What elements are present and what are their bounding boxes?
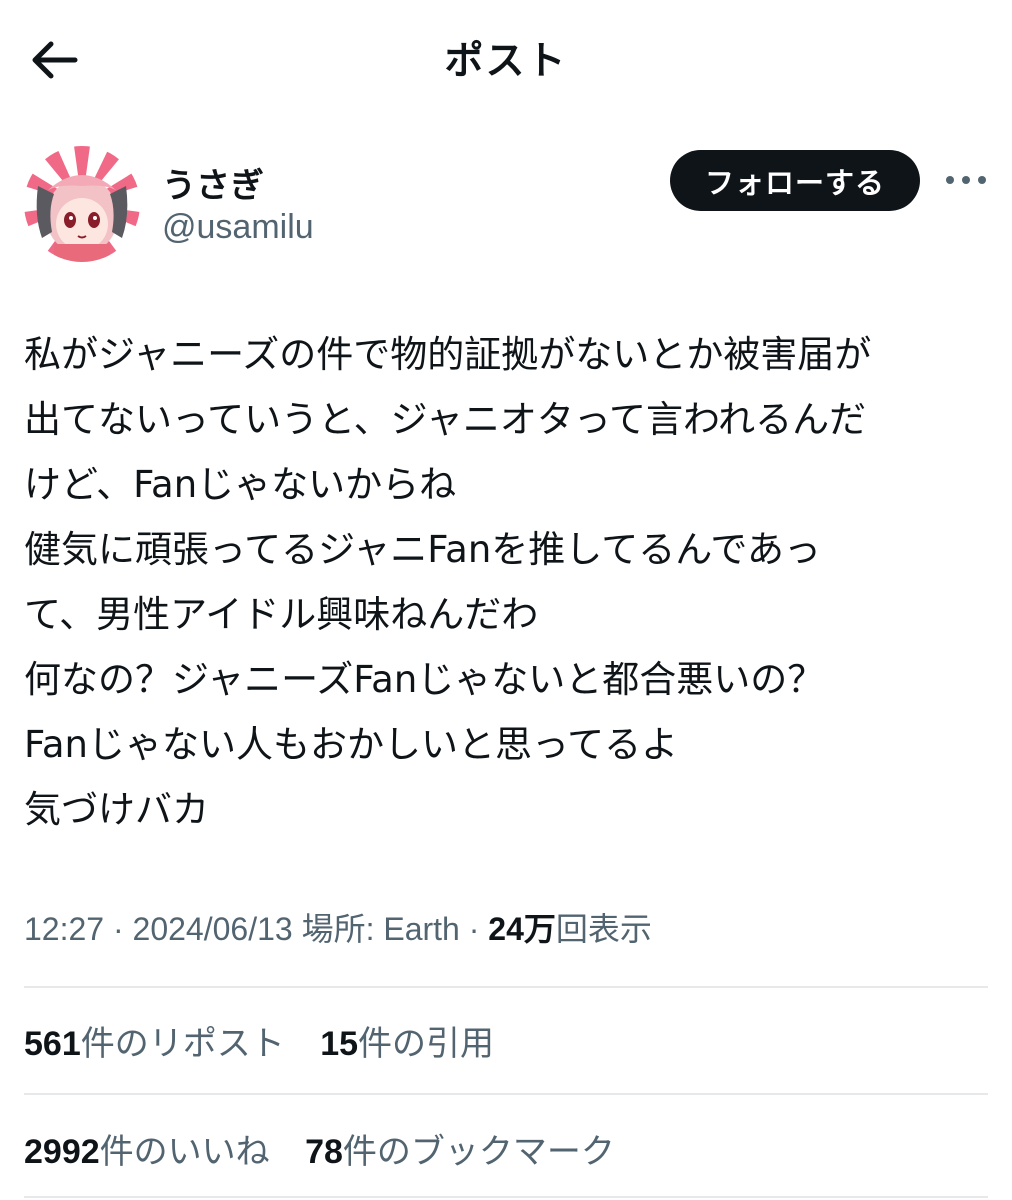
more-horizontal-icon (962, 176, 970, 184)
separator-dot: · (468, 911, 480, 947)
reposts-stat[interactable]: 561件のリポスト (24, 1016, 285, 1065)
author-display-name[interactable]: うさぎ (162, 158, 264, 207)
views-count: 24万 (488, 911, 556, 947)
author-handle[interactable]: @usamilu (162, 208, 314, 247)
divider (24, 1093, 988, 1095)
divider (24, 986, 988, 988)
bookmarks-label: 件のブックマーク (342, 1133, 615, 1171)
more-horizontal-icon (946, 176, 954, 184)
tweet-location: 場所: Earth (301, 911, 460, 947)
avatar[interactable] (24, 146, 140, 262)
more-horizontal-icon (978, 176, 986, 184)
quotes-stat[interactable]: 15件の引用 (320, 1016, 494, 1065)
page-title: ポスト (444, 39, 568, 84)
tweet-time[interactable]: 12:27 (24, 911, 104, 947)
divider (24, 1196, 988, 1198)
likes-stat[interactable]: 2992件のいいね (24, 1124, 270, 1173)
tweet-text: 私がジャニーズの件で物的証拠がないとか被害届が 出てないっていうと、ジャニオタっ… (24, 322, 992, 842)
reposts-count: 561 (24, 1025, 81, 1063)
quotes-label: 件の引用 (358, 1025, 495, 1063)
stats-row-reposts: 561件のリポスト 15件の引用 (24, 1016, 520, 1065)
tweet-line: て、男性アイドル興味ねんだわ (24, 593, 539, 636)
bookmarks-count: 78 (305, 1133, 343, 1171)
quotes-count: 15 (320, 1025, 359, 1063)
likes-count: 2992 (24, 1133, 100, 1171)
stats-row-likes: 2992件のいいね 78件のブックマーク (24, 1124, 641, 1173)
likes-label: 件のいいね (99, 1133, 270, 1171)
top-bar: ポスト (0, 0, 1012, 120)
tweet-line: 気づけバカ (24, 788, 209, 831)
views-label: 回表示 (555, 911, 652, 947)
more-options-button[interactable] (942, 162, 990, 198)
tweet-line: けど、Fanじゃないからね (24, 463, 457, 506)
tweet-meta: 12:27 · 2024/06/13 場所: Earth · 24万回表示 (24, 904, 652, 950)
tweet-line: Fanじゃない人もおかしいと思ってるよ (24, 723, 679, 766)
bookmarks-stat[interactable]: 78件のブックマーク (305, 1124, 615, 1173)
reposts-label: 件のリポスト (80, 1025, 285, 1063)
tweet-line: 出てないっていうと、ジャニオタって言われるんだ (24, 398, 867, 441)
follow-button[interactable]: フォローする (670, 150, 920, 211)
tweet-date[interactable]: 2024/06/13 (133, 911, 293, 947)
tweet-line: 健気に頑張ってるジャニFanを推してるんであっ (24, 528, 821, 571)
separator-dot: · (112, 911, 124, 947)
tweet-line: 何なの？ジャニーズFanじゃないと都合悪いの？ (24, 658, 825, 701)
tweet-line: 私がジャニーズの件で物的証拠がないとか被害届が (24, 333, 872, 376)
